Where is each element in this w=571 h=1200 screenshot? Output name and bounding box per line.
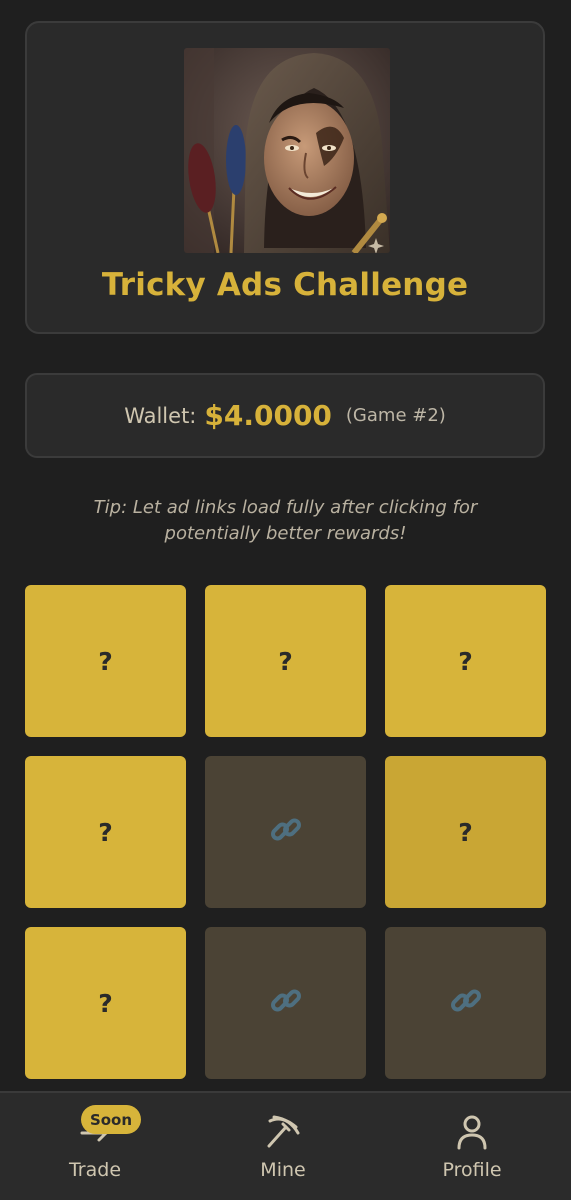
game-tile[interactable]: ? [385, 756, 546, 908]
pickaxe-icon [264, 1113, 302, 1155]
tile-question-mark: ? [98, 646, 113, 676]
soon-badge: Soon [81, 1105, 141, 1134]
challenge-title: Tricky Ads Challenge [101, 267, 469, 303]
tip-line-1: Tip: Let ad links load fully after click… [93, 497, 478, 518]
game-tile[interactable]: ? [205, 585, 366, 737]
link-icon [269, 984, 303, 1022]
tile-question-mark: ? [98, 817, 113, 847]
wallet-amount: $4.0000 [204, 399, 332, 432]
game-tile[interactable] [205, 756, 366, 908]
link-icon [449, 984, 483, 1022]
game-tile[interactable]: ? [385, 585, 546, 737]
game-tile[interactable] [205, 927, 366, 1079]
link-icon [269, 813, 303, 851]
game-tile[interactable] [385, 927, 546, 1079]
wallet-card: Wallet: $4.0000 (Game #2) [25, 373, 545, 458]
tile-question-mark: ? [278, 646, 293, 676]
nav-profile[interactable]: Profile [377, 1093, 567, 1200]
game-number: (Game #2) [345, 405, 446, 426]
game-tile[interactable]: ? [25, 927, 186, 1079]
game-tile[interactable]: ? [25, 585, 186, 737]
wallet-label: Wallet: [124, 403, 197, 428]
tip-text: Tip: Let ad links load fully after click… [60, 495, 511, 547]
nav-mine-label: Mine [260, 1159, 306, 1181]
tile-question-mark: ? [458, 817, 473, 847]
nav-mine[interactable]: Mine [188, 1093, 378, 1200]
page: Tricky Ads Challenge Wallet: $4.0000 (Ga… [0, 0, 571, 1200]
nav-trade-label: Trade [68, 1159, 122, 1181]
user-icon [455, 1113, 489, 1155]
jester-portrait-image [184, 48, 390, 253]
nav-profile-label: Profile [442, 1159, 502, 1181]
tile-question-mark: ? [98, 988, 113, 1018]
hero-card: Tricky Ads Challenge [25, 21, 545, 334]
tile-question-mark: ? [458, 646, 473, 676]
game-tile[interactable]: ? [25, 756, 186, 908]
tip-line-2: potentially better rewards! [164, 523, 407, 544]
